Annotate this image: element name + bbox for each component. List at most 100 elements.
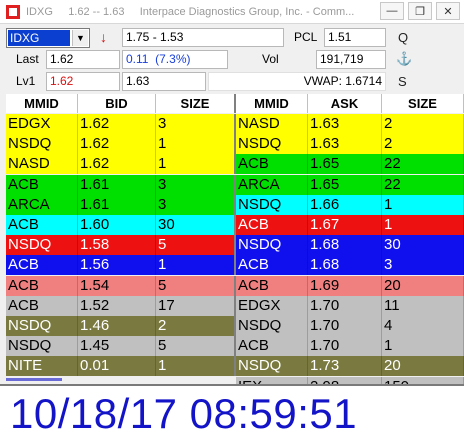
q-icon[interactable]: Q — [398, 30, 408, 45]
bid-row[interactable]: ACB 1.56 1 — [6, 255, 236, 276]
change-percent: (7.3%) — [155, 52, 191, 66]
ask-cell-size: 22 — [382, 154, 464, 175]
bid-cell-price: 0.01 — [78, 356, 156, 377]
bid-cell-mmid: NSDQ — [6, 316, 78, 336]
bid-cell-size: 30 — [156, 215, 236, 235]
bid-cell-size: 5 — [156, 336, 236, 357]
ask-cell-size: 30 — [382, 235, 464, 256]
bid-col-mmid[interactable]: MMID — [6, 94, 78, 113]
bid-row[interactable]: NSDQ 1.62 1 — [6, 134, 236, 155]
title-symbol: IDXG — [26, 5, 53, 18]
close-button[interactable]: ✕ — [436, 2, 460, 20]
quote-header: IDXG ▼ ↓ 1.75 - 1.53 PCL 1.51 Q Last 1.6… — [0, 24, 464, 92]
bid-row[interactable]: NSDQ 1.46 2 — [6, 316, 236, 336]
bid-row[interactable]: NASD 1.62 1 — [6, 154, 236, 175]
ask-cell-size: 20 — [382, 275, 464, 296]
ask-cell-price: 1.68 — [308, 255, 382, 276]
ask-cell-size: 4 — [382, 316, 464, 336]
ask-cell-size: 3 — [382, 255, 464, 276]
ask-cell-price: 1.65 — [308, 154, 382, 175]
bid-cell-price: 1.62 — [78, 134, 156, 155]
bid-cell-price: 1.61 — [78, 194, 156, 215]
ask-row[interactable]: ACB 1.68 3 — [236, 255, 464, 276]
bid-cell-size: 2 — [156, 316, 236, 336]
bid-cell-mmid: ACB — [6, 215, 78, 235]
bid-cell-price: 1.58 — [78, 235, 156, 256]
vwap-field: VWAP: 1.6714 — [208, 72, 386, 91]
bid-cell-size: 1 — [156, 356, 236, 377]
title-bar[interactable]: IDXG 1.62 -- 1.63 Interpace Diagnostics … — [0, 0, 464, 24]
ask-col-size[interactable]: SIZE — [382, 94, 464, 113]
ask-row[interactable]: EDGX 1.70 11 — [236, 295, 464, 316]
app-icon — [6, 4, 20, 19]
lv1-label: Lv1 — [16, 74, 36, 88]
bid-row[interactable]: EDGX 1.62 3 — [6, 114, 236, 134]
ask-row[interactable]: ACB 1.69 20 — [236, 275, 464, 296]
bid-cell-mmid: NSDQ — [6, 134, 78, 155]
bid-cell-size: 17 — [156, 295, 236, 316]
ask-row[interactable]: ACB 1.65 22 — [236, 154, 464, 175]
ask-cell-price: 1.68 — [308, 235, 382, 256]
ask-row[interactable]: NASD 1.63 2 — [236, 114, 464, 134]
bid-cell-mmid: ACB — [6, 255, 78, 276]
bid-cell-mmid: NSDQ — [6, 336, 78, 357]
s-icon[interactable]: S — [398, 74, 407, 89]
bid-row[interactable]: NSDQ 1.58 5 — [6, 235, 236, 256]
ask-row[interactable]: NSDQ 1.70 4 — [236, 316, 464, 336]
ask-cell-price: 1.69 — [308, 275, 382, 296]
bid-row[interactable]: NSDQ 1.45 5 — [6, 336, 236, 357]
bid-cell-size: 3 — [156, 114, 236, 134]
ask-col-price[interactable]: ASK — [308, 94, 382, 113]
ask-cell-price: 1.70 — [308, 336, 382, 357]
ask-row[interactable]: ARCA 1.65 22 — [236, 174, 464, 195]
symbol-combobox[interactable]: IDXG ▼ — [6, 28, 90, 48]
last-label: Last — [16, 52, 39, 66]
symbol-value[interactable]: IDXG — [8, 30, 70, 46]
ask-cell-mmid: NSDQ — [236, 316, 308, 336]
ask-col-mmid[interactable]: MMID — [236, 94, 308, 113]
ask-cell-size: 20 — [382, 356, 464, 377]
ask-cell-size: 1 — [382, 336, 464, 357]
window-title: IDXG 1.62 -- 1.63 Interpace Diagnostics … — [26, 6, 396, 18]
pcl-field: 1.51 — [324, 28, 386, 47]
bid-cell-price: 1.54 — [78, 275, 156, 296]
clock-time: 10/18/17 08:59:51 — [10, 390, 358, 437]
bid-col-size[interactable]: SIZE — [156, 94, 236, 113]
bid-row[interactable]: ACB 1.61 3 — [6, 174, 236, 195]
ask-cell-mmid: NSDQ — [236, 194, 308, 215]
down-arrow-icon: ↓ — [100, 29, 107, 45]
ask-cell-price: 1.70 — [308, 295, 382, 316]
bid-cell-size: 1 — [156, 134, 236, 155]
ask-row[interactable]: ACB 1.67 1 — [236, 215, 464, 235]
ask-cell-mmid: ACB — [236, 215, 308, 235]
bid-cell-mmid: NITE — [6, 356, 78, 377]
chevron-down-icon[interactable]: ▼ — [72, 30, 88, 46]
minimize-button[interactable]: — — [380, 2, 404, 20]
bid-row[interactable]: NITE 0.01 1 — [6, 356, 236, 377]
bid-row[interactable]: ARCA 1.61 3 — [6, 194, 236, 215]
ask-row[interactable]: ACB 1.70 1 — [236, 336, 464, 357]
restore-button[interactable]: ❐ — [408, 2, 432, 20]
bid-row[interactable]: ACB 1.54 5 — [6, 275, 236, 296]
bid-cell-mmid: NASD — [6, 154, 78, 175]
scroll-indicator — [6, 378, 62, 381]
bid-row[interactable]: ACB 1.60 30 — [6, 215, 236, 235]
ask-cell-mmid: EDGX — [236, 295, 308, 316]
ask-row[interactable]: NSDQ 1.73 20 — [236, 356, 464, 377]
bid-row[interactable]: ACB 1.52 17 — [6, 295, 236, 316]
ask-cell-mmid: ACB — [236, 275, 308, 296]
bid-col-price[interactable]: BID — [78, 94, 156, 113]
bid-cell-price: 1.52 — [78, 295, 156, 316]
ask-row[interactable]: NSDQ 1.68 30 — [236, 235, 464, 256]
title-company: Interpace Diagnostics Group, Inc. - Comm… — [139, 5, 355, 18]
ask-cell-mmid: ARCA — [236, 174, 308, 195]
bid-cell-mmid: NSDQ — [6, 235, 78, 256]
ask-cell-price: 1.67 — [308, 215, 382, 235]
ask-cell-mmid: ACB — [236, 255, 308, 276]
ask-row[interactable]: NSDQ 1.63 2 — [236, 134, 464, 155]
bid-cell-size: 3 — [156, 194, 236, 215]
anchor-icon[interactable]: ⚓ — [396, 51, 412, 67]
ask-cell-size: 1 — [382, 194, 464, 215]
ask-row[interactable]: NSDQ 1.66 1 — [236, 194, 464, 215]
ask-cell-size: 22 — [382, 174, 464, 195]
